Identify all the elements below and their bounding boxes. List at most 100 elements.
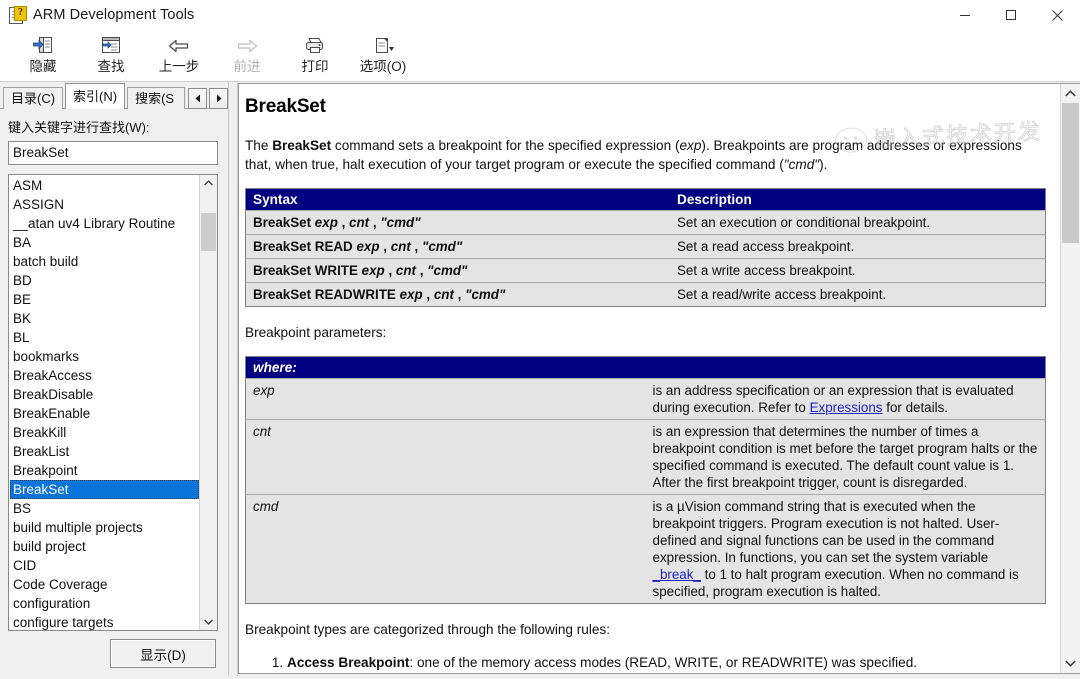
where-header: where: bbox=[245, 356, 1046, 379]
syntax-cell: BreakSet WRITE exp , cnt , "cmd" bbox=[245, 258, 670, 283]
content-area: 目录(C) 索引(N) 搜索(S 键入关键字进行查找(W): BreakSet … bbox=[0, 82, 1080, 676]
doc-link[interactable]: Expressions bbox=[810, 400, 883, 415]
index-list-item[interactable]: build project bbox=[10, 537, 199, 556]
parameter-name-cell: cnt bbox=[245, 419, 646, 495]
toolbar-button-find[interactable]: 查找 bbox=[77, 32, 145, 80]
forward-arrow-icon bbox=[235, 35, 259, 57]
index-list-item[interactable]: BS bbox=[10, 499, 199, 518]
parameter-name-cell: cmd bbox=[245, 494, 646, 604]
hide-pane-icon bbox=[33, 35, 53, 57]
index-scroll-thumb[interactable] bbox=[201, 212, 216, 251]
index-list-items: ASM ASSIGN __atan uv4 Library Routine BA bat… bbox=[9, 175, 199, 630]
tab-scroll-controls bbox=[186, 87, 228, 109]
index-list-scrollbar[interactable] bbox=[199, 174, 217, 630]
index-list-item[interactable]: BK bbox=[10, 309, 199, 328]
index-list-item[interactable]: BreakList bbox=[10, 442, 199, 461]
index-list-item[interactable]: ASSIGN bbox=[10, 195, 199, 214]
intro-mid1: command sets a breakpoint for the specif… bbox=[331, 138, 680, 153]
index-list-item[interactable]: batch build bbox=[10, 252, 199, 271]
table-row: cmd is a µVision command string that is e… bbox=[245, 494, 1046, 604]
window-controls bbox=[942, 0, 1080, 30]
document-pane: 嵌入式技术开发 BreakSet The BreakSet command se… bbox=[238, 83, 1080, 674]
table-row: BreakSet WRITE exp , cnt , "cmd" Set a wr… bbox=[245, 258, 1046, 283]
index-list-item[interactable]: BreakEnable bbox=[10, 404, 199, 423]
application-window: ? ARM Development Tools 隐藏 查找 上一步 前进 打印 … bbox=[0, 0, 1080, 679]
toolbar-label-forward: 前进 bbox=[233, 58, 261, 74]
table-row: BreakSet READWRITE exp , cnt , "cmd" Set … bbox=[245, 282, 1046, 307]
parameter-description-cell: is an expression that determines the num… bbox=[645, 419, 1046, 495]
toolbar-button-print[interactable]: 打印 bbox=[281, 32, 349, 80]
syntax-table: Syntax Description BreakSet exp , cnt , … bbox=[245, 188, 1046, 307]
index-list-item[interactable]: BreakKill bbox=[10, 423, 199, 442]
close-button[interactable] bbox=[1034, 0, 1080, 30]
description-cell: Set a read access breakpoint. bbox=[670, 234, 1046, 259]
table-row: BreakSet READ exp , cnt , "cmd" Set a rea… bbox=[245, 234, 1046, 259]
index-list-item[interactable]: BL bbox=[10, 328, 199, 347]
minimize-button[interactable] bbox=[942, 0, 988, 30]
index-list-item[interactable]: CID bbox=[10, 556, 199, 575]
index-list-item[interactable]: __atan uv4 Library Routine bbox=[10, 214, 199, 233]
syntax-cell: BreakSet exp , cnt , "cmd" bbox=[245, 210, 670, 235]
index-list-item[interactable]: BE bbox=[10, 290, 199, 309]
index-list-item[interactable]: Breakpoint bbox=[10, 461, 199, 480]
index-scroll-down-button[interactable] bbox=[200, 613, 217, 630]
description-cell: Set a read/write access breakpoint. bbox=[670, 282, 1046, 307]
tab-index-label: 索引(N) bbox=[73, 88, 118, 104]
toolbar-button-options[interactable]: 选项(O) bbox=[349, 32, 417, 80]
tab-contents[interactable]: 目录(C) bbox=[3, 86, 64, 109]
display-button-row: 显示(D) bbox=[8, 639, 218, 668]
index-list-item[interactable]: BreakSet bbox=[10, 479, 199, 499]
tab-index[interactable]: 索引(N) bbox=[65, 82, 126, 109]
index-list-item[interactable]: ASM bbox=[10, 176, 199, 195]
parameter-description-cell: is a µVision command string that is exec… bbox=[645, 494, 1046, 604]
index-list-item[interactable]: BA bbox=[10, 233, 199, 252]
maximize-button[interactable] bbox=[988, 0, 1034, 30]
options-icon bbox=[372, 35, 394, 57]
toolbar-label-print: 打印 bbox=[301, 58, 329, 74]
table-row: exp is an address specification or an exp… bbox=[245, 378, 1046, 420]
toolbar-button-back[interactable]: 上一步 bbox=[145, 32, 213, 80]
index-list-item[interactable]: configuration bbox=[10, 594, 199, 613]
help-document-icon: ? bbox=[8, 6, 27, 24]
intro-command-name: BreakSet bbox=[272, 138, 332, 153]
tab-scroll-prev-button[interactable] bbox=[188, 87, 207, 109]
toolbar-button-hide[interactable]: 隐藏 bbox=[9, 32, 77, 80]
parameter-description-cell: is an address specification or an expres… bbox=[645, 378, 1046, 420]
back-arrow-icon bbox=[167, 35, 191, 57]
tab-search-label: 搜索(S bbox=[135, 90, 175, 106]
keyword-label: 键入关键字进行查找(W): bbox=[8, 119, 150, 135]
document-scrollbar[interactable] bbox=[1060, 84, 1080, 673]
index-scroll-up-button[interactable] bbox=[200, 175, 217, 192]
toolbar-button-forward[interactable]: 前进 bbox=[213, 32, 281, 80]
document-scroll-up-button[interactable] bbox=[1061, 84, 1080, 103]
tab-search[interactable]: 搜索(S bbox=[127, 86, 185, 109]
index-list[interactable]: ASM ASSIGN __atan uv4 Library Routine BA bat… bbox=[8, 173, 218, 631]
intro-prefix: The bbox=[245, 138, 273, 153]
pane-splitter[interactable] bbox=[228, 82, 238, 676]
params-caption: Breakpoint parameters: bbox=[245, 325, 387, 340]
index-list-item[interactable]: configure targets bbox=[10, 613, 199, 630]
table-row: BreakSet exp , cnt , "cmd" Set an executi… bbox=[245, 210, 1046, 235]
index-list-item[interactable]: build multiple projects bbox=[10, 518, 199, 537]
display-button[interactable]: 显示(D) bbox=[110, 639, 216, 668]
title-bar: ? ARM Development Tools bbox=[0, 0, 1080, 30]
index-list-item[interactable]: Code Coverage bbox=[10, 575, 199, 594]
tab-scroll-next-button[interactable] bbox=[209, 87, 228, 109]
doc-link[interactable]: _break_ bbox=[653, 567, 701, 582]
index-list-item[interactable]: BreakDisable bbox=[10, 385, 199, 404]
index-list-item[interactable]: BD bbox=[10, 271, 199, 290]
printer-icon bbox=[303, 35, 327, 57]
description-column-header: Description bbox=[670, 188, 1046, 211]
index-list-item[interactable]: bookmarks bbox=[10, 347, 199, 366]
syntax-cell: BreakSet READWRITE exp , cnt , "cmd" bbox=[245, 282, 670, 307]
window-title: ARM Development Tools bbox=[33, 7, 195, 23]
index-list-item[interactable]: BreakAccess bbox=[10, 366, 199, 385]
document-scroll-thumb[interactable] bbox=[1062, 103, 1079, 243]
rules-list: Access Breakpoint: one of the memory acc… bbox=[245, 653, 1046, 672]
intro-suffix: ). bbox=[819, 157, 828, 172]
parameter-name-cell: exp bbox=[245, 378, 646, 420]
keyword-input[interactable] bbox=[8, 140, 218, 165]
toolbar-label-find: 查找 bbox=[97, 58, 125, 74]
document-scroll-down-button[interactable] bbox=[1061, 654, 1080, 673]
intro-cmd: "cmd" bbox=[783, 157, 820, 172]
